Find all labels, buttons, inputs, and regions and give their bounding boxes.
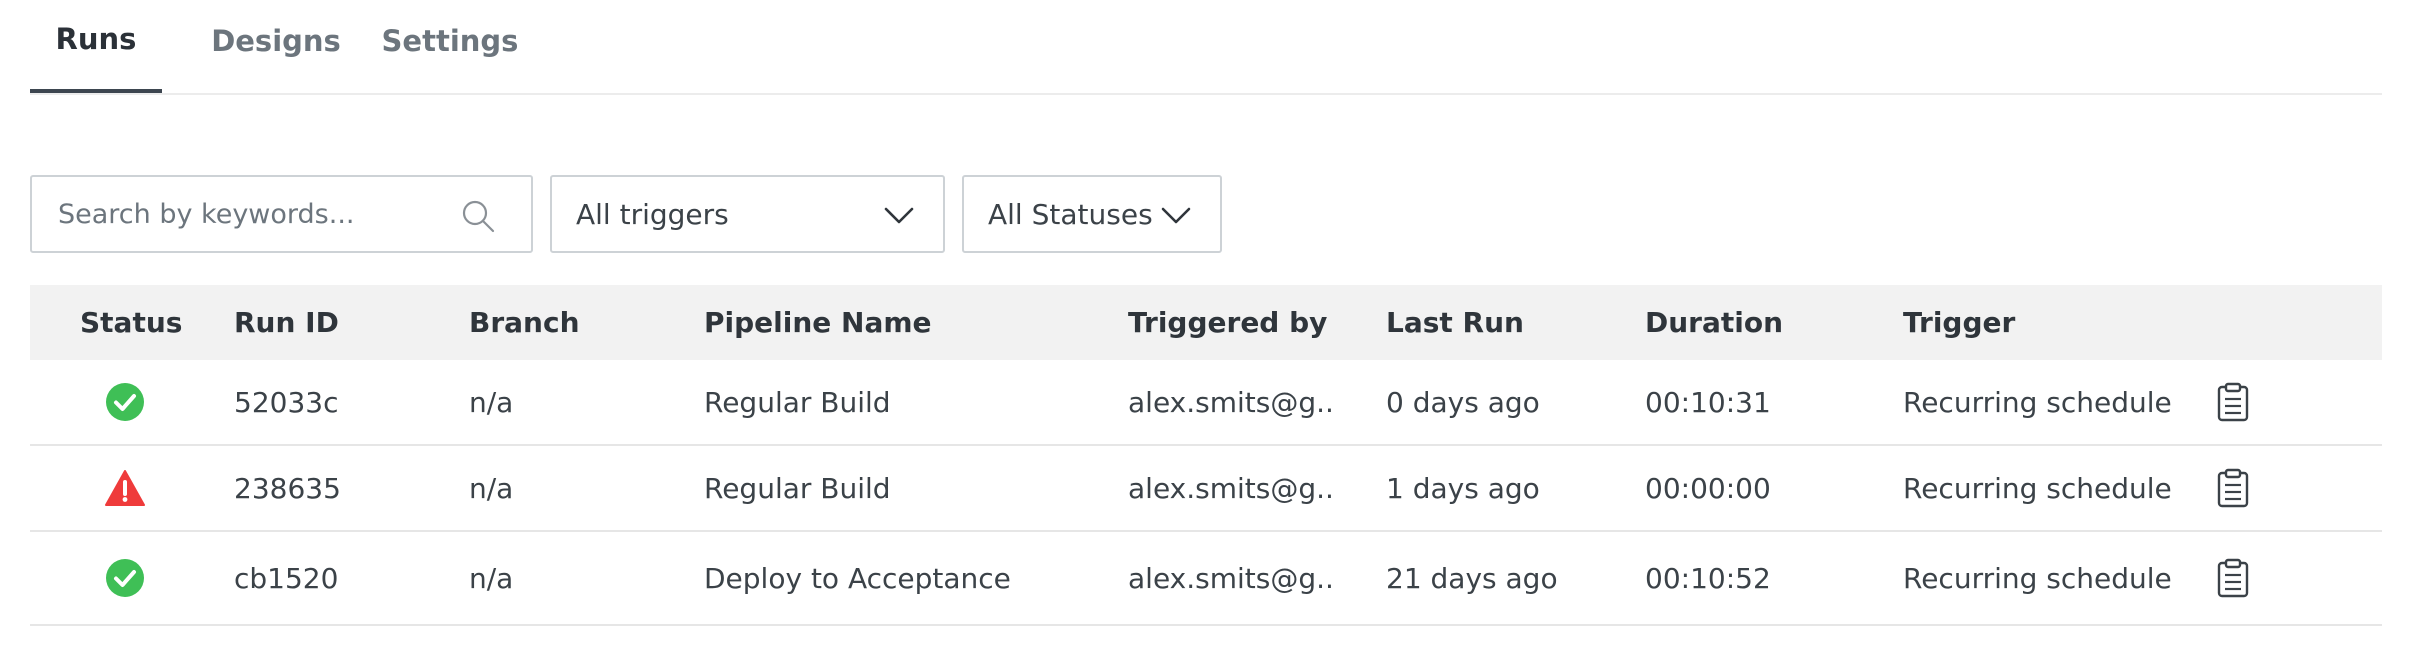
header-trigger[interactable]: Trigger [1903,285,2015,360]
triggers-select-value: All triggers [576,197,729,231]
runs-page: Runs Designs Settings All triggers All S… [0,0,2412,654]
run-id[interactable]: 52033c [234,360,338,444]
table-header: Status Run ID Branch Pipeline Name Trigg… [30,285,2382,360]
header-branch[interactable]: Branch [469,285,580,360]
check-circle-icon [105,382,145,422]
tab-runs[interactable]: Runs [30,0,162,93]
pipeline-name: Regular Build [704,385,891,419]
tab-designs[interactable]: Designs [192,0,360,93]
clipboard-icon[interactable] [2208,360,2258,444]
warning-triangle-icon [104,469,146,507]
duration: 00:10:31 [1645,385,1771,419]
last-run: 21 days ago [1386,561,1558,595]
search-icon[interactable] [461,199,495,233]
table-row[interactable]: 52033c n/a Regular Build alex.smits@g.. … [30,360,2382,446]
branch: n/a [469,385,514,419]
duration: 00:10:52 [1645,561,1771,595]
header-last-run[interactable]: Last Run [1386,285,1524,360]
clipboard-icon[interactable] [2208,446,2258,530]
pipeline-name: Regular Build [704,471,891,505]
header-triggered-by[interactable]: Triggered by [1128,285,1327,360]
table-row[interactable]: 238635 n/a Regular Build alex.smits@g.. … [30,446,2382,532]
trigger: Recurring schedule [1903,385,2172,419]
header-duration[interactable]: Duration [1645,285,1783,360]
triggered-by: alex.smits@g.. [1128,561,1334,595]
runs-table: Status Run ID Branch Pipeline Name Trigg… [30,285,2382,626]
statuses-select-value: All Statuses [988,197,1153,231]
trigger: Recurring schedule [1903,471,2172,505]
trigger: Recurring schedule [1903,561,2172,595]
statuses-select[interactable]: All Statuses [962,175,1222,253]
run-id[interactable]: 238635 [234,446,341,530]
header-status[interactable]: Status [80,285,182,360]
pipeline-name: Deploy to Acceptance [704,561,1011,595]
triggered-by: alex.smits@g.. [1128,471,1334,505]
run-id[interactable]: cb1520 [234,532,338,624]
header-pipeline-name[interactable]: Pipeline Name [704,285,932,360]
status-cell [30,360,220,444]
table-row[interactable]: cb1520 n/a Deploy to Acceptance alex.smi… [30,532,2382,626]
duration: 00:00:00 [1645,471,1771,505]
status-cell [30,446,220,530]
clipboard-icon[interactable] [2208,532,2258,624]
search-input[interactable] [56,197,460,231]
triggers-select[interactable]: All triggers [550,175,945,253]
check-circle-icon [105,558,145,598]
chevron-down-icon [883,203,915,227]
branch: n/a [469,471,514,505]
search-box [30,175,533,253]
tab-bar: Runs Designs Settings [30,0,2382,95]
last-run: 1 days ago [1386,471,1540,505]
status-cell [30,532,220,624]
table-body: 52033c n/a Regular Build alex.smits@g.. … [30,360,2382,626]
triggered-by: alex.smits@g.. [1128,385,1334,419]
last-run: 0 days ago [1386,385,1540,419]
branch: n/a [469,561,514,595]
chevron-down-icon [1160,203,1192,227]
tab-settings[interactable]: Settings [362,0,538,93]
header-run-id[interactable]: Run ID [234,285,339,360]
